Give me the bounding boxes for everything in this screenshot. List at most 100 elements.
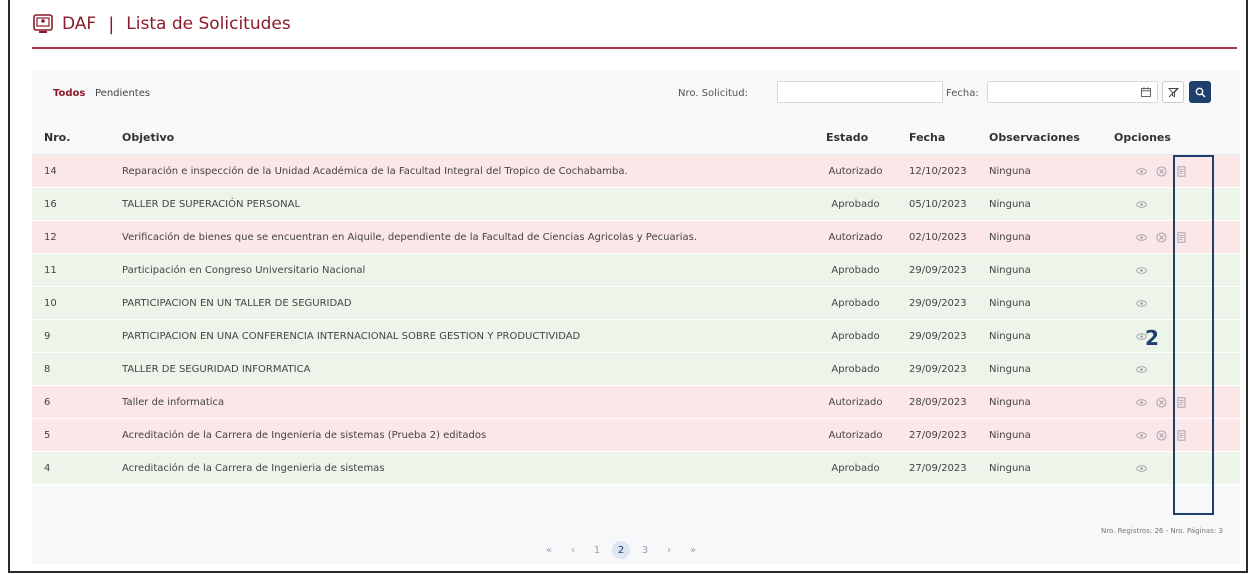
table-row: 16 TALLER DE SUPERACIÓN PERSONAL Aprobad… [32,187,1240,221]
cell-observaciones: Ninguna [989,220,1114,254]
cell-observaciones: Ninguna [989,286,1114,320]
cancel-circle-icon[interactable] [1156,396,1167,408]
last-page-button[interactable]: » [684,541,702,559]
filter-off-icon [1167,87,1179,97]
pagination: « ‹ 1 2 3 › » [540,540,702,560]
cell-opciones [1114,385,1240,419]
cancel-circle-icon[interactable] [1156,429,1167,441]
cell-observaciones: Ninguna [989,154,1114,188]
eye-icon[interactable] [1136,265,1147,276]
cell-opciones [1114,451,1240,485]
cell-estado: Autorizado [802,154,909,188]
document-icon[interactable] [1176,429,1187,441]
cell-objetivo: TALLER DE SEGURIDAD INFORMATICA [122,352,802,386]
table-row: 5 Acreditación de la Carrera de Ingenier… [32,418,1240,452]
cell-opciones [1114,286,1240,320]
table-row: 14 Reparación e inspección de la Unidad … [32,154,1240,188]
cell-opciones [1114,187,1240,221]
eye-icon[interactable] [1136,298,1147,309]
document-icon[interactable] [1176,165,1187,177]
clear-filter-button[interactable] [1162,81,1184,103]
cell-objetivo: PARTICIPACION EN UNA CONFERENCIA INTERNA… [122,319,802,353]
cell-observaciones: Ninguna [989,418,1114,452]
cell-opciones [1114,352,1240,386]
calendar-icon[interactable] [1141,87,1151,97]
cell-observaciones: Ninguna [989,385,1114,419]
records-count: Nro. Registros: 26 - Nro. Páginas: 3 [1101,527,1223,535]
cell-estado: Aprobado [802,187,909,221]
cancel-circle-icon[interactable] [1156,165,1167,177]
cell-nro: 8 [32,352,122,386]
table-row: 12 Verificación de bienes que se encuent… [32,220,1240,254]
cell-observaciones: Ninguna [989,451,1114,485]
col-opciones: Opciones [1114,120,1240,155]
cell-estado: Aprobado [802,253,909,287]
cell-observaciones: Ninguna [989,319,1114,353]
eye-icon[interactable] [1136,232,1147,243]
cell-nro: 10 [32,286,122,320]
cell-objetivo: Acreditación de la Carrera de Ingenieria… [122,451,802,485]
eye-icon[interactable] [1136,166,1147,177]
document-icon[interactable] [1176,396,1187,408]
page-2-button[interactable]: 2 [612,541,630,559]
col-nro: Nro. [32,120,122,155]
next-page-button[interactable]: › [660,541,678,559]
cell-opciones [1114,319,1240,353]
first-page-button[interactable]: « [540,541,558,559]
fecha-input[interactable] [987,81,1158,103]
cell-objetivo: TALLER DE SUPERACIÓN PERSONAL [122,187,802,221]
cell-opciones [1114,418,1240,452]
cell-fecha: 29/09/2023 [909,352,989,386]
cell-nro: 16 [32,187,122,221]
cell-fecha: 05/10/2023 [909,187,989,221]
cancel-circle-icon[interactable] [1156,231,1167,243]
table-row: 8 TALLER DE SEGURIDAD INFORMATICA Aproba… [32,352,1240,386]
eye-icon[interactable] [1136,364,1147,375]
brand-name: DAF [62,14,97,34]
table-row: 4 Acreditación de la Carrera de Ingenier… [32,451,1240,485]
cell-estado: Aprobado [802,319,909,353]
cell-nro: 6 [32,385,122,419]
cell-fecha: 27/09/2023 [909,418,989,452]
eye-icon[interactable] [1136,430,1147,441]
eye-icon[interactable] [1136,397,1147,408]
table-row: 10 PARTICIPACION EN UN TALLER DE SEGURID… [32,286,1240,320]
eye-icon[interactable] [1136,463,1147,474]
cell-objetivo: Verificación de bienes que se encuentran… [122,220,802,254]
eye-icon[interactable] [1136,199,1147,210]
cell-nro: 11 [32,253,122,287]
cell-objetivo: Reparación e inspección de la Unidad Aca… [122,154,802,188]
table-row: 9 PARTICIPACION EN UNA CONFERENCIA INTER… [32,319,1240,353]
search-button[interactable] [1189,81,1211,103]
cell-nro: 5 [32,418,122,452]
cell-objetivo: Taller de informatica [122,385,802,419]
cell-objetivo: PARTICIPACION EN UN TALLER DE SEGURIDAD [122,286,802,320]
prev-page-button[interactable]: ‹ [564,541,582,559]
nro-solicitud-label: Nro. Solicitud: [678,88,748,99]
tab-todos[interactable]: Todos [53,88,85,99]
page-3-button[interactable]: 3 [636,541,654,559]
page-1-button[interactable]: 1 [588,541,606,559]
cell-fecha: 28/09/2023 [909,385,989,419]
header-divider [32,47,1237,49]
page-title: Lista de Solicitudes [126,14,291,34]
document-icon[interactable] [1176,231,1187,243]
cell-fecha: 02/10/2023 [909,220,989,254]
cell-estado: Aprobado [802,286,909,320]
table-row: 11 Participación en Congreso Universitar… [32,253,1240,287]
cell-fecha: 29/09/2023 [909,286,989,320]
tab-pendientes[interactable]: Pendientes [95,88,150,99]
cell-estado: Autorizado [802,385,909,419]
annotation-marker: 2 [1145,326,1159,350]
fecha-label: Fecha: [946,88,979,99]
cell-observaciones: Ninguna [989,352,1114,386]
cell-opciones [1114,154,1240,188]
nro-solicitud-input[interactable] [777,81,943,103]
cell-opciones [1114,253,1240,287]
table-header-row: Nro. Objetivo Estado Fecha Observaciones… [32,120,1240,155]
filter-toolbar: Todos Pendientes Nro. Solicitud: Fecha: [32,78,1240,108]
cell-fecha: 27/09/2023 [909,451,989,485]
cell-estado: Autorizado [802,220,909,254]
cell-nro: 14 [32,154,122,188]
table-body: 14 Reparación e inspección de la Unidad … [32,154,1240,485]
